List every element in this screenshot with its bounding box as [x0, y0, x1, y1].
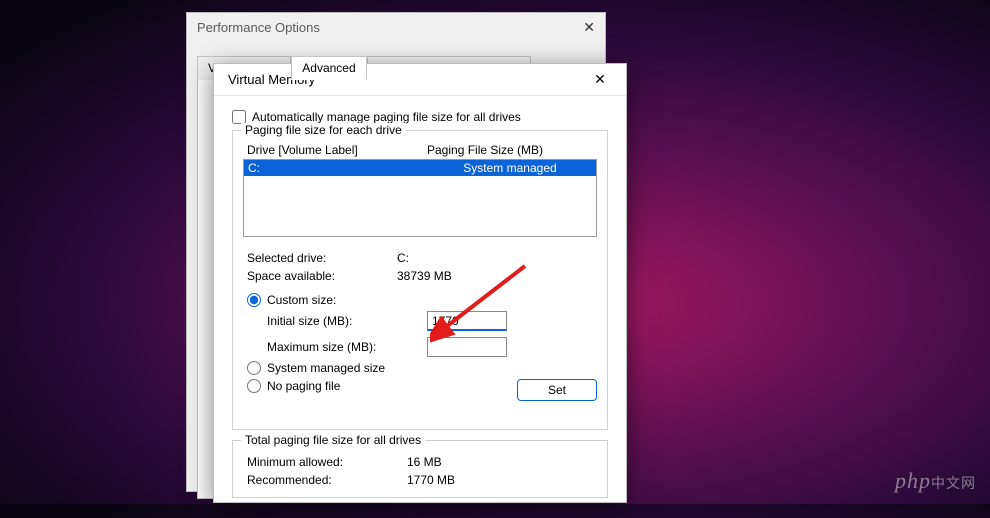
auto-manage-label: Automatically manage paging file size fo…	[252, 110, 521, 124]
drive-list-header: Drive [Volume Label] Paging File Size (M…	[243, 141, 597, 159]
recommended-label: Recommended:	[247, 473, 387, 487]
recommended-value: 1770 MB	[407, 473, 593, 487]
tab-advanced[interactable]: Advanced	[291, 56, 366, 80]
vm-titlebar: Virtual Memory ✕	[214, 64, 626, 96]
drive-row-size: System managed	[428, 161, 592, 175]
auto-manage-row[interactable]: Automatically manage paging file size fo…	[232, 110, 608, 124]
drives-group: Paging file size for each drive Drive [V…	[232, 130, 608, 430]
close-icon[interactable]: ✕	[583, 19, 595, 36]
watermark: php中文网	[895, 468, 976, 494]
min-allowed-label: Minimum allowed:	[247, 455, 387, 469]
maximum-size-label: Maximum size (MB):	[267, 340, 417, 354]
selected-drive-label: Selected drive:	[247, 251, 377, 265]
vm-body: Automatically manage paging file size fo…	[214, 96, 626, 518]
drive-header-size: Paging File Size (MB)	[427, 143, 543, 157]
totals-group: Total paging file size for all drives Mi…	[232, 440, 608, 498]
radio-sysman-row[interactable]: System managed size	[247, 361, 597, 375]
perf-title: Performance Options	[197, 20, 320, 35]
radio-custom-row[interactable]: Custom size:	[247, 293, 597, 307]
set-button[interactable]: Set	[517, 379, 597, 401]
min-allowed-value: 16 MB	[407, 455, 593, 469]
auto-manage-checkbox[interactable]	[232, 110, 246, 124]
drive-header-drive: Drive [Volume Label]	[247, 143, 427, 157]
space-available-value: 38739 MB	[397, 269, 597, 283]
maximum-size-input[interactable]	[427, 337, 507, 357]
radio-system-managed[interactable]	[247, 361, 261, 375]
drive-list[interactable]: C: System managed	[243, 159, 597, 237]
initial-size-label: Initial size (MB):	[267, 314, 417, 328]
radio-custom[interactable]	[247, 293, 261, 307]
virtual-memory-dialog: Virtual Memory ✕ Automatically manage pa…	[213, 63, 627, 503]
perf-titlebar: Performance Options ✕	[187, 13, 605, 41]
space-available-label: Space available:	[247, 269, 377, 283]
drives-group-legend: Paging file size for each drive	[241, 123, 406, 137]
totals-group-legend: Total paging file size for all drives	[241, 433, 425, 447]
radio-sysman-label: System managed size	[267, 361, 385, 375]
selected-drive-value: C:	[397, 251, 597, 265]
drive-row-label: C:	[248, 161, 428, 175]
initial-size-input[interactable]	[427, 311, 507, 331]
close-icon[interactable]: ✕	[584, 67, 616, 93]
drive-row[interactable]: C: System managed	[244, 160, 596, 176]
radio-custom-label: Custom size:	[267, 293, 336, 307]
